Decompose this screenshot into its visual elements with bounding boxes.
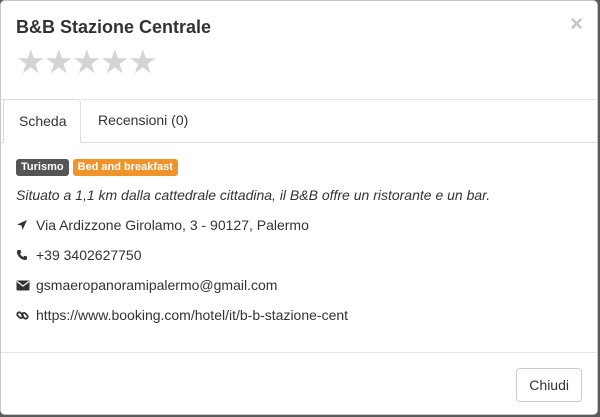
modal-title: B&B Stazione Centrale — [16, 17, 212, 37]
tag-badge: Turismo — [16, 159, 69, 176]
star-icon[interactable]: ★ — [128, 45, 158, 78]
star-icon[interactable]: ★ — [72, 45, 102, 78]
tab-bar: Scheda Recensioni (0) — [1, 99, 597, 143]
modal-header: B&B Stazione Centrale × ★ ★ ★ ★ ★ — [1, 1, 597, 100]
location-arrow-icon — [16, 219, 36, 231]
star-icon[interactable]: ★ — [100, 45, 130, 78]
link-icon — [16, 309, 36, 322]
website-row: https://www.booking.com/hotel/it/b-b-sta… — [16, 307, 586, 323]
tab-scheda[interactable]: Scheda — [3, 99, 81, 143]
star-rating[interactable]: ★ ★ ★ ★ ★ — [16, 45, 158, 78]
star-icon[interactable]: ★ — [44, 45, 74, 78]
email-row: gsmaeropanoramipalermo@gmail.com — [16, 277, 586, 293]
close-button[interactable]: Chiudi — [516, 368, 582, 402]
website-link[interactable]: https://www.booking.com/hotel/it/b-b-sta… — [36, 307, 348, 323]
phone-row: +39 3402627750 — [16, 247, 586, 263]
tab-content: Turismo Bed and breakfast Situato a 1,1 … — [16, 159, 586, 323]
place-details-modal: B&B Stazione Centrale × ★ ★ ★ ★ ★ Scheda… — [0, 0, 598, 415]
tag-list: Turismo Bed and breakfast — [16, 159, 586, 176]
tag-badge: Bed and breakfast — [72, 159, 178, 176]
envelope-icon — [16, 280, 36, 291]
tab-recensioni[interactable]: Recensioni (0) — [83, 99, 203, 142]
description: Situato a 1,1 km dalla cattedrale cittad… — [16, 187, 491, 203]
modal-footer: Chiudi — [1, 352, 597, 415]
close-icon[interactable]: × — [570, 13, 583, 35]
address-text: Via Ardizzone Girolamo, 3 - 90127, Paler… — [36, 217, 309, 233]
address-row: Via Ardizzone Girolamo, 3 - 90127, Paler… — [16, 217, 586, 233]
phone-text: +39 3402627750 — [36, 247, 142, 263]
phone-icon — [16, 249, 36, 261]
email-link[interactable]: gsmaeropanoramipalermo@gmail.com — [36, 277, 277, 293]
star-icon[interactable]: ★ — [16, 45, 46, 78]
